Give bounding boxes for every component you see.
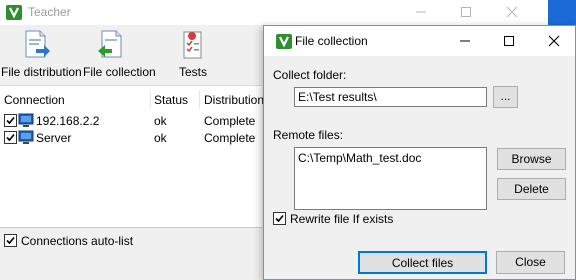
connections-list[interactable]: Connection Status Distribution 192.168.2… — [0, 85, 264, 228]
tests-icon — [183, 31, 202, 59]
browse-folder-button[interactable]: ... — [493, 86, 518, 108]
connection-status: ok — [154, 131, 167, 145]
close-icon[interactable] — [546, 33, 562, 49]
minimize-icon[interactable] — [413, 4, 429, 20]
collect-folder-label: Collect folder: — [273, 68, 347, 82]
close-button[interactable]: Close — [496, 251, 565, 274]
computer-icon — [18, 130, 34, 144]
tests-label: Tests — [179, 65, 208, 79]
browse-button[interactable]: Browse — [497, 148, 566, 170]
list-item[interactable]: C:\Temp\Math_test.doc — [298, 151, 421, 165]
app-icon — [276, 34, 292, 49]
connection-distribution: Complete — [204, 114, 256, 128]
rewrite-label: Rewrite file If exists — [290, 212, 394, 226]
dialog-titlebar[interactable]: File collection — [264, 26, 575, 56]
checkmark-icon — [6, 133, 15, 142]
taskbar-edge — [548, 0, 576, 25]
tests-button[interactable]: Tests — [172, 29, 216, 81]
file-collection-button[interactable]: File collection — [80, 29, 156, 81]
connection-distribution: Complete — [204, 131, 256, 145]
maximize-icon[interactable] — [458, 4, 474, 20]
connection-name: 192.168.2.2 — [36, 114, 100, 128]
remote-files-label: Remote files: — [273, 128, 344, 142]
connection-status: ok — [154, 114, 167, 128]
file-collection-icon — [98, 30, 122, 58]
main-window-title: Teacher — [28, 5, 71, 19]
file-collection-label: File collection — [83, 65, 156, 79]
maximize-icon[interactable] — [501, 33, 517, 49]
connections-auto-list-label: Connections auto-list — [21, 234, 134, 248]
row-checkbox[interactable] — [4, 114, 17, 127]
checkmark-icon — [6, 116, 15, 125]
main-titlebar[interactable]: Teacher — [0, 0, 576, 25]
row-checkbox[interactable] — [4, 131, 17, 144]
connections-auto-list-checkbox[interactable] — [4, 234, 17, 247]
file-distribution-label: File distribution — [1, 65, 82, 79]
checkmark-icon — [6, 236, 15, 245]
table-row[interactable]: 192.168.2.2 ok Complete — [0, 112, 262, 129]
column-separator[interactable] — [199, 90, 200, 109]
file-collection-dialog: File collection Collect folder: E:\Test … — [263, 25, 576, 280]
rewrite-checkbox[interactable] — [273, 212, 286, 225]
computer-icon — [18, 113, 34, 127]
app-icon — [6, 5, 22, 20]
connection-name: Server — [36, 131, 72, 145]
minimize-icon[interactable] — [457, 33, 473, 49]
collect-folder-input[interactable]: E:\Test results\ — [294, 87, 487, 107]
table-row[interactable]: Server ok Complete — [0, 129, 262, 146]
delete-button[interactable]: Delete — [497, 178, 566, 200]
remote-files-list[interactable]: C:\Temp\Math_test.doc — [294, 147, 487, 210]
file-distribution-button[interactable]: File distribution — [0, 29, 82, 81]
close-icon[interactable] — [504, 4, 520, 20]
collect-files-button[interactable]: Collect files — [358, 251, 487, 274]
dialog-title: File collection — [295, 34, 368, 48]
checkmark-icon — [275, 214, 284, 223]
column-header-connection[interactable]: Connection — [4, 93, 65, 107]
column-header-status[interactable]: Status — [154, 93, 188, 107]
column-separator[interactable] — [150, 90, 151, 109]
file-distribution-icon — [25, 30, 50, 58]
column-header-distribution[interactable]: Distribution — [204, 93, 264, 107]
